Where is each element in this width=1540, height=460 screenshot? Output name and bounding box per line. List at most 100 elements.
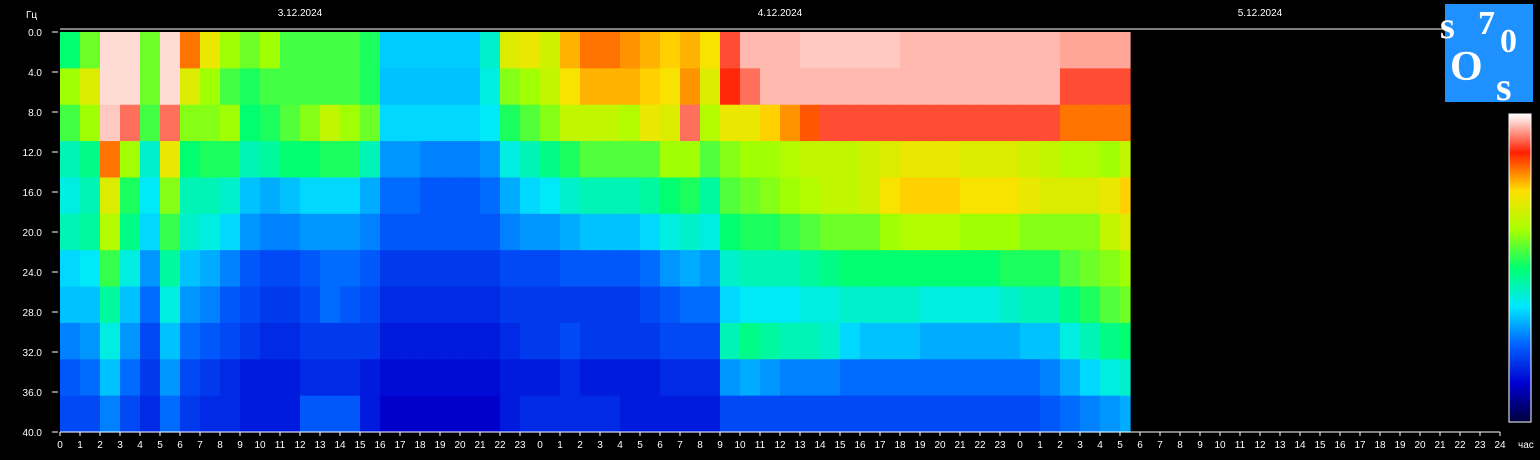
heatmap-cell: [220, 32, 241, 69]
x-tick-label: 9: [237, 440, 243, 451]
heatmap-cell: [960, 395, 981, 433]
heatmap-cell: [380, 32, 401, 69]
heatmap-cell: [160, 104, 181, 142]
x-tick-label: 19: [434, 440, 446, 451]
heatmap-cell: [1000, 250, 1021, 288]
x-tick-label: 24: [1494, 440, 1506, 451]
heatmap-cell: [840, 141, 861, 179]
heatmap-cell: [1040, 359, 1061, 397]
x-tick-label: 2: [97, 440, 103, 451]
heatmap-cell: [340, 213, 361, 251]
heatmap-cell: [320, 141, 341, 179]
heatmap-cell: [820, 286, 841, 324]
x-tick-label: 12: [1254, 440, 1266, 451]
heatmap-cell: [1100, 322, 1121, 360]
heatmap-cell: [880, 68, 901, 106]
heatmap-cell: [860, 104, 881, 142]
heatmap-cell: [840, 395, 861, 433]
heatmap-cell: [100, 32, 121, 69]
heatmap-cell: [760, 359, 781, 397]
heatmap-cell: [100, 322, 121, 360]
heatmap-cell: [520, 141, 541, 179]
heatmap-cell: [660, 213, 681, 251]
x-tick-label: 22: [494, 440, 506, 451]
heatmap-cell: [640, 68, 661, 106]
heatmap-cell: [420, 104, 441, 142]
heatmap-cell: [80, 395, 101, 433]
heatmap-cell: [500, 395, 521, 433]
heatmap-cell: [940, 177, 961, 215]
y-tick-label: 0.0: [28, 28, 42, 39]
heatmap-cell: [140, 213, 161, 251]
heatmap-cell: [740, 177, 761, 215]
x-tick-label: 7: [677, 440, 683, 451]
heatmap-cell: [940, 395, 961, 433]
heatmap-cell: [780, 68, 801, 106]
heatmap-cell: [380, 322, 401, 360]
x-tick-label: 14: [334, 440, 346, 451]
heatmap-cell: [440, 359, 461, 397]
svg-text:7: 7: [1478, 5, 1495, 42]
heatmap-cell: [320, 32, 341, 69]
heatmap-cell: [180, 32, 201, 69]
heatmap-cell: [880, 395, 901, 433]
heatmap-cell: [740, 286, 761, 324]
heatmap-cell: [960, 104, 981, 142]
heatmap-cell: [680, 213, 701, 251]
heatmap-cell: [400, 104, 421, 142]
heatmap-cell: [60, 250, 81, 288]
heatmap-cell: [980, 104, 1001, 142]
heatmap-cell: [260, 177, 281, 215]
heatmap-cell: [980, 213, 1001, 251]
heatmap-cell: [200, 250, 221, 288]
heatmap-cell: [200, 322, 221, 360]
heatmap-cell: [820, 141, 841, 179]
heatmap-cell: [160, 177, 181, 215]
heatmap-cell: [520, 177, 541, 215]
heatmap-cell: [640, 177, 661, 215]
heatmap-cell: [320, 104, 341, 142]
x-tick-label: 12: [774, 440, 786, 451]
x-tick-label: 10: [254, 440, 266, 451]
heatmap-cell: [1000, 32, 1021, 69]
heatmap-cell: [240, 104, 261, 142]
heatmap-cell: [320, 177, 341, 215]
heatmap-cell: [60, 141, 81, 179]
x-tick-label: 2: [1057, 440, 1063, 451]
heatmap-cell: [1040, 177, 1061, 215]
heatmap-cell: [540, 395, 561, 433]
heatmap-cell: [660, 141, 681, 179]
heatmap-cell: [260, 141, 281, 179]
date-label: 5.12.2024: [1238, 8, 1283, 19]
x-tick-label: 6: [657, 440, 663, 451]
x-tick-label: 15: [354, 440, 366, 451]
heatmap-cell: [180, 68, 201, 106]
heatmap-cell: [1100, 250, 1121, 288]
heatmap-cell: [320, 68, 341, 106]
heatmap-cell: [420, 359, 441, 397]
x-tick-label: 13: [1274, 440, 1286, 451]
heatmap-cell: [760, 177, 781, 215]
heatmap-cell: [780, 359, 801, 397]
heatmap-cell: [1120, 141, 1131, 179]
heatmap-cell: [600, 68, 621, 106]
heatmap-cell: [80, 32, 101, 69]
heatmap-cell: [660, 104, 681, 142]
heatmap-cell: [520, 32, 541, 69]
heatmap-cell: [500, 177, 521, 215]
heatmap-cell: [760, 32, 781, 69]
heatmap-cell: [100, 68, 121, 106]
heatmap-cell: [240, 177, 261, 215]
heatmap-cell: [300, 395, 321, 433]
heatmap-cell: [340, 286, 361, 324]
heatmap-cell: [320, 213, 341, 251]
heatmap-cell: [180, 104, 201, 142]
heatmap-cell: [800, 250, 821, 288]
heatmap-cell: [680, 68, 701, 106]
heatmap-cell: [700, 250, 721, 288]
heatmap-cell: [360, 32, 381, 69]
heatmap-cell: [240, 286, 261, 324]
heatmap-cell: [800, 32, 821, 69]
heatmap-cell: [280, 213, 301, 251]
heatmap-cell: [80, 104, 101, 142]
